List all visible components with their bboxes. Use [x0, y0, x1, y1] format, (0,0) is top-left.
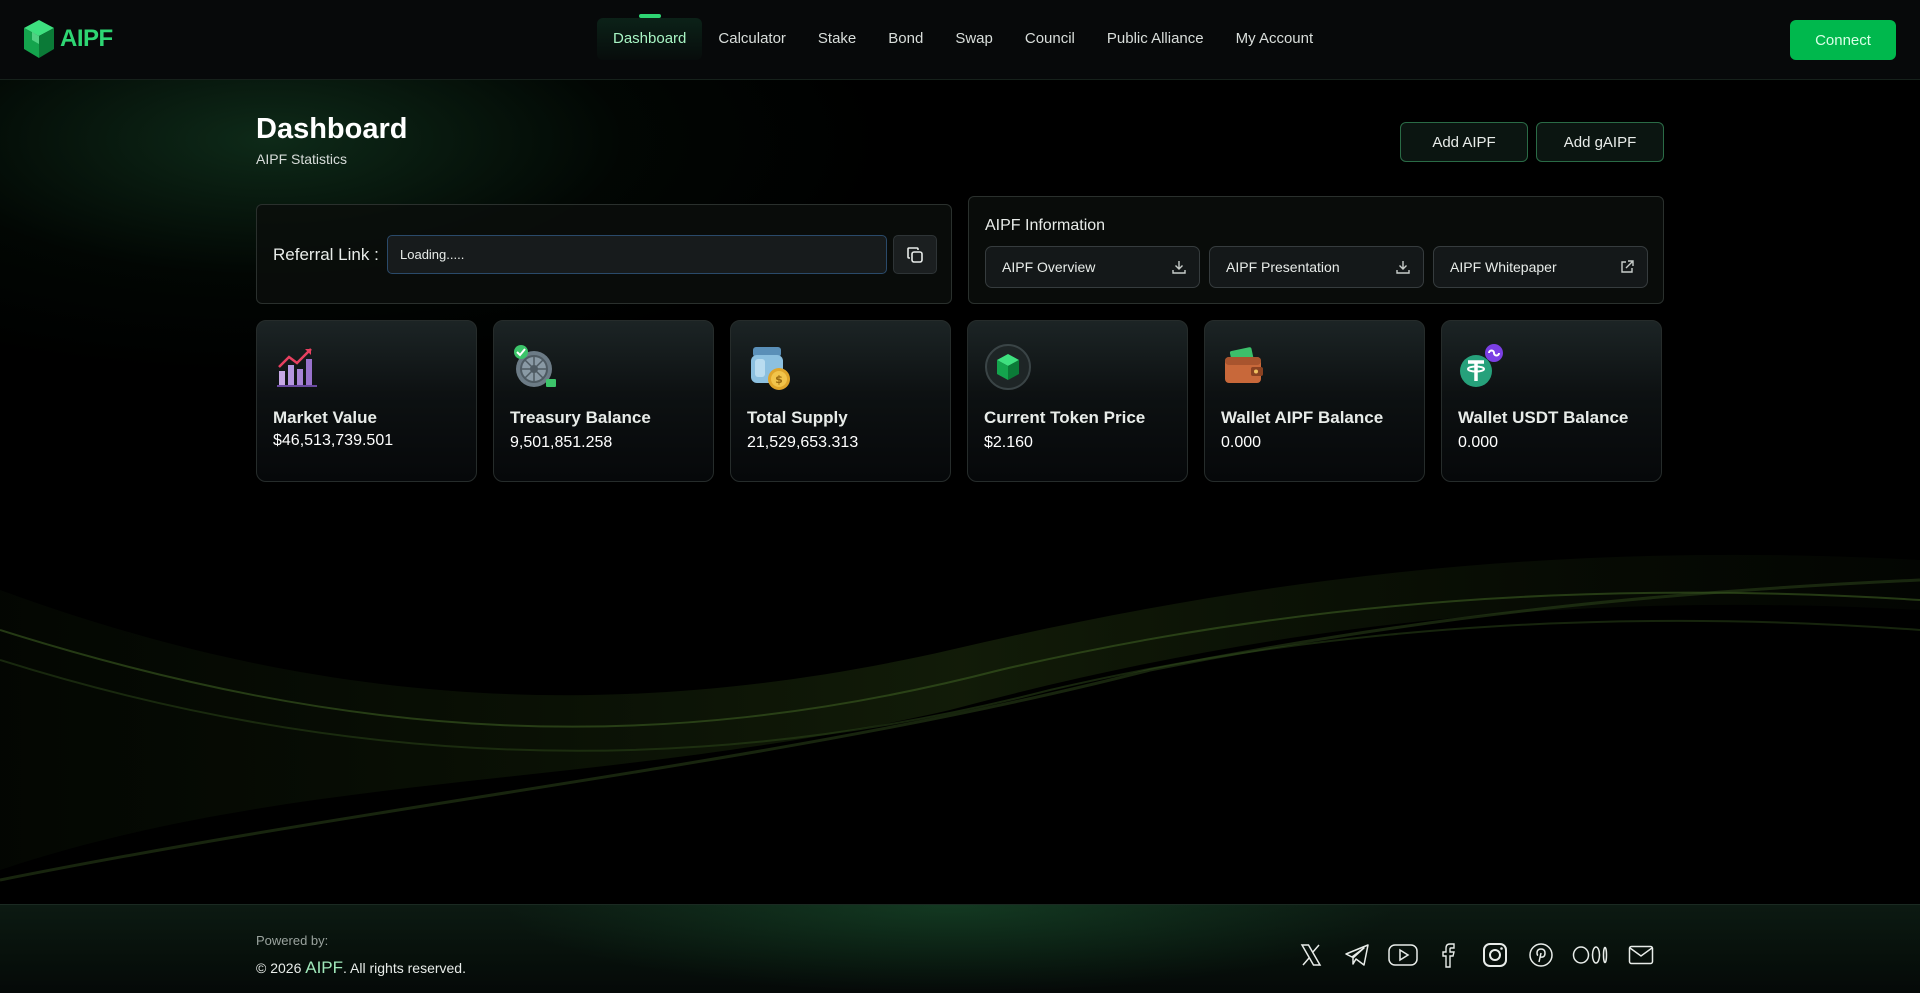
nav-my-account[interactable]: My Account [1220, 18, 1330, 60]
usdt-icon [1460, 344, 1503, 387]
youtube-icon [1388, 944, 1418, 966]
social-links [1296, 941, 1656, 969]
logo-cube-icon [24, 20, 54, 58]
page-subtitle: AIPF Statistics [256, 151, 348, 167]
instagram-link[interactable] [1480, 941, 1510, 969]
email-link[interactable] [1626, 941, 1656, 969]
referral-link-input[interactable] [387, 235, 887, 274]
copyright-text: © 2026 AIPF. All rights reserved. [256, 958, 466, 978]
download-icon [1172, 261, 1186, 274]
card-value: $46,513,739.501 [273, 432, 394, 449]
coin-jar-icon: $ [751, 347, 790, 390]
card-label: Market Value [273, 408, 377, 427]
info-link-label: AIPF Presentation [1226, 259, 1340, 275]
x-icon [1300, 944, 1322, 966]
info-link-label: AIPF Overview [1002, 259, 1096, 275]
instagram-icon [1483, 943, 1507, 967]
medium-icon [1572, 946, 1608, 964]
logo[interactable]: AIPF [22, 18, 113, 60]
telegram-icon [1345, 944, 1369, 966]
aipf-information-panel: AIPF Information AIPF Overview AIPF Pres… [968, 196, 1664, 304]
card-label: Wallet AIPF Balance [1221, 408, 1384, 427]
info-title: AIPF Information [985, 217, 1106, 234]
nav-public-alliance[interactable]: Public Alliance [1091, 18, 1220, 60]
pinterest-link[interactable] [1526, 941, 1556, 969]
medium-link[interactable] [1572, 941, 1610, 969]
info-links: AIPF Overview AIPF Presentation AIPF Whi… [985, 246, 1648, 288]
external-link-icon [1621, 260, 1634, 273]
card-wallet-usdt-balance: Wallet USDT Balance 0.000 [1441, 320, 1662, 482]
add-gaipf-button[interactable]: Add gAIPF [1536, 122, 1664, 162]
nav-council[interactable]: Council [1009, 18, 1091, 60]
nav-bond[interactable]: Bond [872, 18, 939, 60]
card-wallet-aipf-balance: Wallet AIPF Balance 0.000 [1204, 320, 1425, 482]
svg-text:$: $ [775, 373, 783, 386]
footer: Powered by: © 2026 AIPF. All rights rese… [0, 904, 1920, 993]
wallet-icon [1225, 347, 1263, 383]
footer-glow [500, 905, 1400, 993]
facebook-icon [1442, 943, 1455, 968]
card-value: $2.160 [984, 434, 1033, 451]
youtube-link[interactable] [1388, 941, 1418, 969]
aipf-whitepaper-link[interactable]: AIPF Whitepaper [1433, 246, 1648, 288]
page-title: Dashboard [256, 113, 408, 145]
footer-brand-link[interactable]: AIPF [305, 958, 343, 977]
nav-calculator[interactable]: Calculator [702, 18, 802, 60]
copy-button[interactable] [893, 235, 937, 274]
card-value: 0.000 [1221, 434, 1262, 451]
copyright-prefix: © 2026 [256, 960, 302, 976]
nav-swap[interactable]: Swap [939, 18, 1009, 60]
download-icon [1396, 261, 1410, 274]
card-label: Current Token Price [984, 408, 1146, 427]
telegram-link[interactable] [1342, 941, 1372, 969]
referral-panel: Referral Link : [256, 204, 952, 304]
token-cube-icon [985, 344, 1031, 390]
add-aipf-button[interactable]: Add AIPF [1400, 122, 1528, 162]
aipf-overview-link[interactable]: AIPF Overview [985, 246, 1200, 288]
stat-cards: Market Value $46,513,739.501 Treasury Ba… [256, 320, 1662, 482]
card-label: Treasury Balance [510, 408, 651, 427]
card-value: 0.000 [1458, 434, 1499, 451]
card-current-token-price: Current Token Price $2.160 [967, 320, 1188, 482]
pinterest-icon [1529, 943, 1553, 967]
card-label: Total Supply [747, 408, 848, 427]
card-treasury-balance: Treasury Balance 9,501,851.258 [493, 320, 714, 482]
copy-icon [907, 246, 923, 263]
copyright-suffix: . All rights reserved. [343, 960, 466, 976]
facebook-link[interactable] [1434, 941, 1464, 969]
email-icon [1628, 945, 1654, 965]
x-link[interactable] [1296, 941, 1326, 969]
card-label: Wallet USDT Balance [1458, 408, 1629, 427]
powered-by-label: Powered by: [256, 933, 329, 948]
top-navigation-bar: AIPF Dashboard Calculator Stake Bond Swa… [0, 0, 1920, 80]
nav-dashboard[interactable]: Dashboard [597, 18, 703, 60]
background-waves [0, 554, 1920, 882]
aipf-presentation-link[interactable]: AIPF Presentation [1209, 246, 1424, 288]
main-nav: Dashboard Calculator Stake Bond Swap Cou… [597, 18, 1329, 60]
card-total-supply: $ Total Supply 21,529,653.313 [730, 320, 951, 482]
logo-text: AIPF [60, 25, 113, 52]
referral-label: Referral Link : [273, 245, 379, 264]
chart-growth-icon [277, 348, 317, 387]
vault-icon [514, 345, 556, 387]
card-market-value: Market Value $46,513,739.501 [256, 320, 477, 482]
nav-stake[interactable]: Stake [802, 18, 872, 60]
card-value: 9,501,851.258 [510, 434, 613, 451]
info-link-label: AIPF Whitepaper [1450, 259, 1557, 275]
connect-button[interactable]: Connect [1790, 20, 1896, 60]
card-value: 21,529,653.313 [747, 434, 859, 451]
